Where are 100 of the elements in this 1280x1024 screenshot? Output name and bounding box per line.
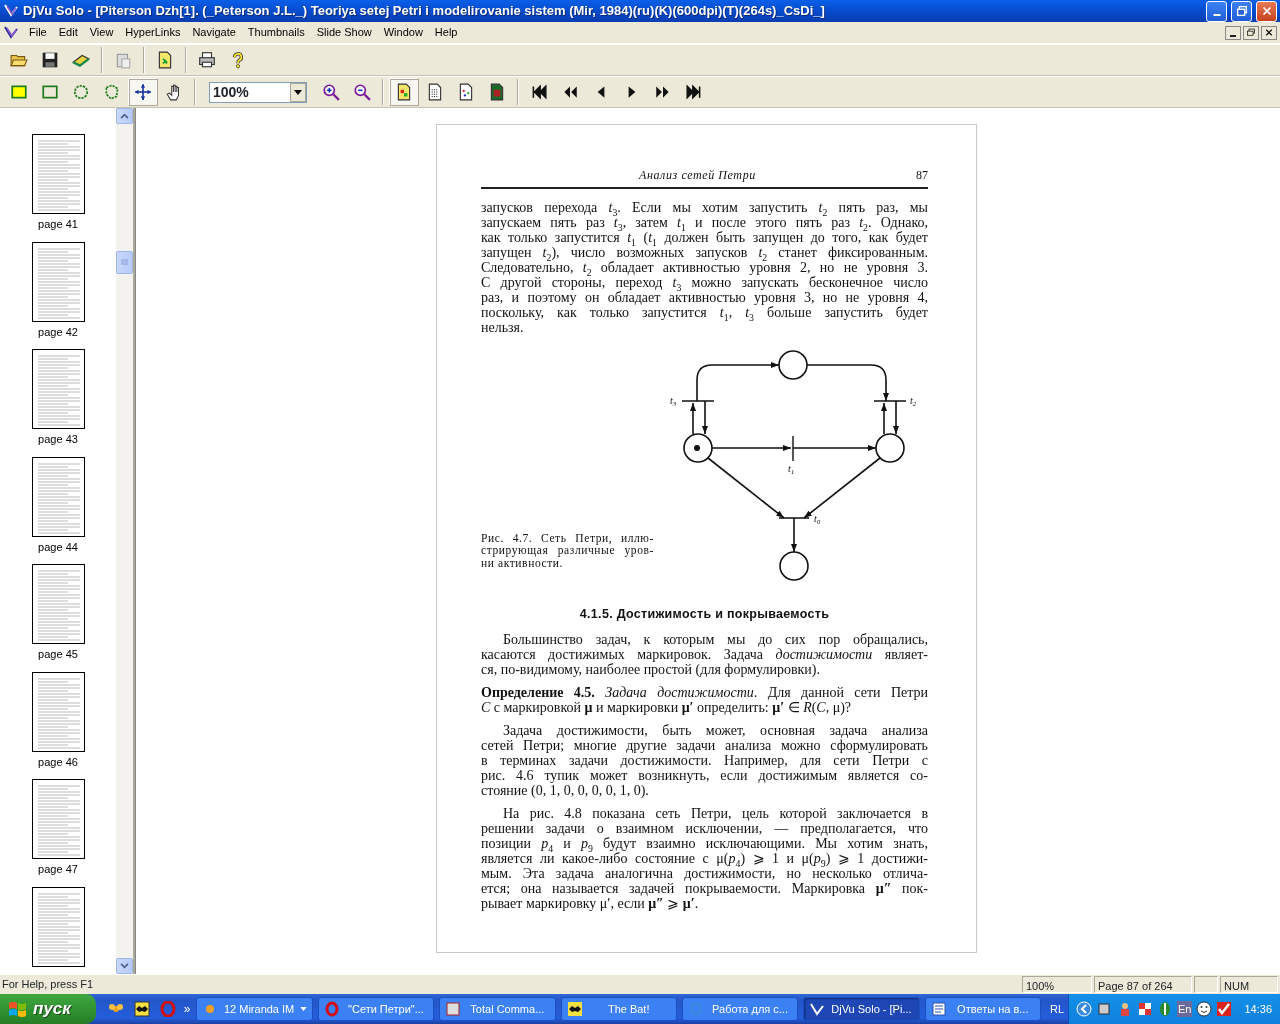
page-status: Page 87 of 264: [1094, 976, 1192, 993]
move-button[interactable]: [128, 78, 158, 106]
page-thumbnail[interactable]: [31, 134, 85, 214]
first-page-icon: [530, 83, 548, 101]
status-text: For Help, press F1: [2, 977, 95, 993]
menu-item[interactable]: File: [23, 23, 53, 42]
zoom-out-icon: [353, 83, 371, 101]
paragraph: Большинство задач, к которым мы до сих пор обращались, касаются достижимых маркировок. Задача достижимости являет- ся, по-видимому, наиболее простой (для формулировки).: [481, 631, 928, 677]
document-icon: [156, 51, 174, 69]
scroll-up-button[interactable]: [116, 108, 133, 124]
transition-label: t$_{3}$: [670, 396, 677, 406]
more-launchers[interactable]: »: [183, 1000, 191, 1018]
menu-item[interactable]: HyperLinks: [119, 23, 187, 42]
input-language-indicator[interactable]: En: [1177, 1000, 1193, 1018]
minimize-icon: [1212, 14, 1221, 16]
bw-page-icon: [426, 83, 444, 101]
start-button[interactable]: пуск: [0, 994, 96, 1024]
bat-launcher[interactable]: [131, 999, 152, 1019]
chevron-up-icon: [120, 113, 129, 119]
paragraph: Определение 4.5. Задача достижимости. Для данной сети Петри C с маркировкой μ и маркировки μ′ определить: μ′ ∈ R(C, μ)?: [481, 684, 928, 715]
taskbar-button[interactable]: The Bat!: [560, 997, 677, 1021]
transition-label: t$_{2}$: [910, 396, 917, 406]
menu-item[interactable]: Thumbnails: [241, 23, 311, 42]
taskbar-button[interactable]: Ответы на в...: [924, 997, 1041, 1021]
windows-flag-icon: [8, 1000, 28, 1018]
document-logo-icon: [3, 24, 19, 41]
rectangle-select-icon: [10, 83, 28, 101]
clock[interactable]: 14:36: [1244, 1000, 1272, 1018]
page-thumbnail[interactable]: [31, 456, 85, 537]
window-title: DjVu Solo - [Piterson Dzh[1]. (_Peterson J.L._) Teoriya setej Petri i modelirovanie sistem (Mir, 1984)(ru)(K)(600dpi)(T)(264s)_CsDi_]: [23, 2, 826, 21]
printer-icon: [198, 51, 216, 69]
color-page-button[interactable]: [389, 78, 419, 106]
taskbar-button[interactable]: "Сети Петри"...: [317, 997, 435, 1021]
show-hidden-icons-button[interactable]: [1075, 1000, 1093, 1018]
page-thumbnail[interactable]: [31, 349, 85, 429]
chevron-left-icon: [1076, 1001, 1092, 1017]
close-button[interactable]: [1261, 25, 1277, 40]
thumbnail-label: page 47: [38, 862, 78, 877]
thumbnail-label: page 41: [38, 217, 78, 232]
thumbnail-label: page 46: [38, 754, 78, 770]
tray-app-icon: [1097, 1001, 1113, 1017]
thumbnail-label: page 45: [38, 647, 78, 662]
last-page-icon: [685, 83, 703, 101]
menu-item[interactable]: Navigate: [186, 23, 242, 42]
app-logo-icon: [3, 3, 19, 19]
page-thumbnail[interactable]: [31, 779, 85, 859]
paragraph: запусков перехода t$_{3}$. Если мы хотим запустить t$_{2}$ пять раз, мы запускаем пять раз t$_{3}$, затем t$_{1}$ и после этого пять раз t$_{2}$. Однако, как только запустится t$_{1}$ (t$_{1}$ должен быть запущен до того, как будет запущен t$_{2}$), число возможных запусков t$_{2}$ станет фиксированным. Следовательно, t$_{2}$ обладает активностью уровня 2, но не уровня 3. С другой стороны, переход t$_{3}$ можно запускать бесконечное число раз, и поэтому он обладает активностью уровня 3, но не уровня 4, поскольку, как только запустится t$_{1}$, t$_{3}$ больше запустить будет нельзя.: [481, 200, 928, 335]
page-thumbnail[interactable]: [31, 671, 85, 752]
lasso-select-icon: [103, 83, 121, 101]
menu-item[interactable]: View: [83, 23, 120, 42]
app-icon: [809, 1001, 826, 1017]
page-thumbnail[interactable]: [31, 564, 85, 644]
caret-icon: [299, 1007, 307, 1011]
page-number: 87: [916, 167, 928, 184]
paragraph: На рис. 4.8 показана сеть Петри, цель которой заключается в решении задачи о взаимном исключении, — предполагается, что позиции p$_{4}$ и p$_{9}$ будут взаимно исключающими. Мы хотим знать, является ли какое-либо состояние с μ(p$_{4}$) ⩾ 1 и μ(p$_{9}$) ⩾ 1 достижи- мым. Эта задача аналогична достижимости, но несколько отлича- ется; она называется задачей покрываемости. Маркировка μ″ пок- рывает маркировку μ′, если μ″ ⩾ μ′.: [481, 805, 928, 911]
minimize-button[interactable]: [1225, 25, 1241, 40]
dotted-page-icon: [457, 83, 475, 101]
paragraph: Задача достижимости, быть может, основная задача анализа сетей Петри; многие другие задачи анализа можно сформулировать в терминах задачи достижимости. Например, для сети Петри с рис. 4.6 тупик может возникнуть, если достижимым является со- стояние (0, 1, 0, 0, 0, 0, 1, 0).: [481, 722, 928, 798]
app-icon: [445, 1001, 462, 1017]
restore-button[interactable]: [1243, 25, 1259, 40]
scroll-thumb[interactable]: [116, 251, 133, 274]
num-lock-status: NUM: [1220, 976, 1278, 993]
taskbar-button[interactable]: 12 Miranda IM: [196, 997, 313, 1021]
close-icon: [1263, 27, 1275, 38]
dark-page-icon: [488, 83, 506, 101]
taskbar-button[interactable]: Работа для с...: [681, 997, 799, 1021]
zoom-status: 100%: [1022, 976, 1092, 993]
menu-item[interactable]: Slide Show: [310, 23, 378, 42]
chevron-down-icon: [120, 963, 129, 969]
smiley-icon: [1196, 1001, 1213, 1017]
rectangle-select-icon: [41, 83, 59, 101]
app-icon: [930, 1001, 947, 1017]
thumbnail-label: page 44: [38, 539, 78, 555]
scroll-down-button[interactable]: [116, 958, 133, 974]
restore-icon: [1234, 4, 1249, 18]
minimize-icon: [1230, 34, 1236, 37]
page-thumbnail[interactable]: [31, 241, 85, 322]
thumbnail-label: page 43: [38, 432, 78, 447]
color-page-icon: [395, 83, 413, 101]
opera-icon: [159, 1001, 176, 1017]
clipboard-icon: [114, 51, 132, 69]
figure-caption: Рис. 4.7. Сеть Петри, иллю- стрирующая различные уров- ни активности.: [481, 531, 654, 569]
menu-item[interactable]: Help: [428, 23, 464, 42]
taskbar-button[interactable]: DjVu Solo - [Pi...: [803, 997, 920, 1021]
menu-item[interactable]: Window: [377, 23, 429, 42]
language-indicator[interactable]: RL: [1049, 1000, 1064, 1018]
scrollbar[interactable]: [116, 108, 133, 974]
running-title: Анализ сетей Петри: [639, 167, 756, 184]
grip-icon: [121, 259, 128, 266]
zoom-dropdown[interactable]: 100%: [209, 81, 307, 103]
page-thumbnail[interactable]: [31, 886, 85, 967]
menu-item[interactable]: Edit: [52, 23, 84, 42]
tray-app-icon: [1157, 1001, 1173, 1017]
thumbnail-label: page 42: [38, 324, 78, 340]
checkmark-icon: [1216, 1001, 1233, 1017]
taskbar-button[interactable]: Total Comma...: [439, 997, 556, 1021]
caret-icon: [294, 89, 302, 95]
app-icon: [323, 1001, 340, 1017]
bat-icon: [133, 1001, 150, 1017]
transition-label: t$_{0}$: [814, 514, 821, 524]
